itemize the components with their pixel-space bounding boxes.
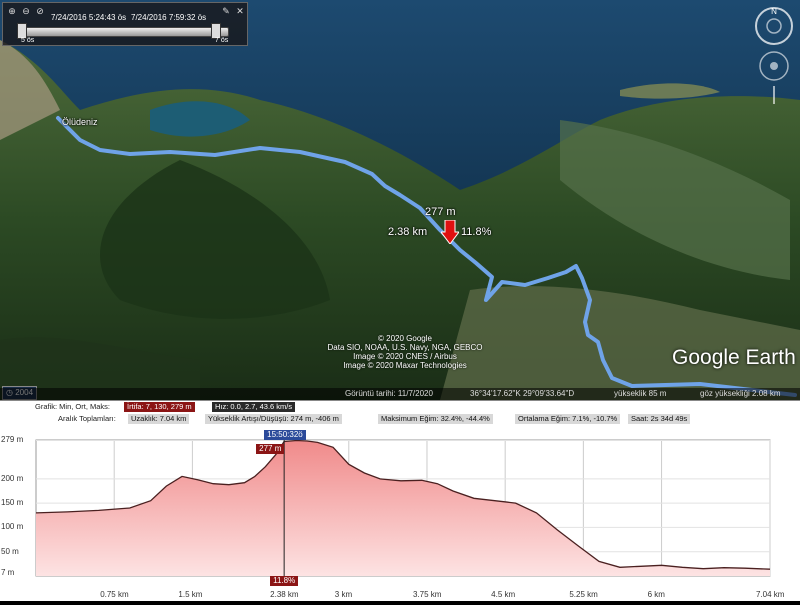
gain-loss: Yükseklik Artışı/Düşüşü: 274 m, -406 m [205,414,342,424]
elevation-range[interactable]: İrtifa: 7, 130, 279 m [124,402,195,412]
marker-grade: 11.8% [461,226,492,238]
map-view[interactable]: ⊕ ⊖ ⊘ ✎ ✕ 7/24/2016 5:24:43 ös 7/24/2016… [0,0,800,400]
cursor-elevation-label: 277 m [256,444,285,454]
look-joystick [766,18,782,34]
y-tick-label: 279 m [1,435,24,445]
navigation-controls[interactable]: N [752,4,796,104]
max-grade: Maksimum Eğim: 32.4%, -44.4% [378,414,493,424]
attribution-line: © 2020 Google [378,334,432,343]
totals-label: Aralık Toplamları: [58,414,116,423]
x-tick-label: 7.04 km [756,590,785,599]
time-left-small: 5 ös [21,37,35,44]
cursor-time-label: 15:50:32ö [264,430,306,440]
google-earth-logo: Google Earth [672,346,796,369]
cursor-grade-label: 11.8% [270,576,299,586]
svg-text:N: N [771,7,777,16]
marker-distance: 2.38 km [388,226,428,238]
stats-row-totals: Aralık Toplamları: Uzaklık: 7.04 km Yüks… [0,414,800,426]
y-tick-label: 100 m [1,522,24,532]
time-slider-panel[interactable]: ⊕ ⊖ ⊘ ✎ ✕ 7/24/2016 5:24:43 ös 7/24/2016… [2,2,248,46]
avg-grade: Ortalama Eğim: 7.1%, -10.7% [515,414,621,424]
time-zoom-icon[interactable]: ⊘ [35,6,45,16]
x-tick-label: 3.75 km [412,590,442,599]
y-tick-label: 150 m [1,498,24,508]
zoom-out-icon[interactable]: ⊖ [21,6,31,16]
attribution-line: Image © 2020 Maxar Technologies [343,361,467,370]
x-tick-label: 4.5 km [491,590,516,599]
x-tick-label: 3 km [334,590,353,599]
status-bar: Görüntü tarihi: 11/7/2020 36°34'17.62"K … [0,388,800,400]
marker-elevation: 277 m [425,206,456,218]
settings-icon[interactable]: ✎ [221,6,231,16]
distance-total: Uzaklık: 7.04 km [128,414,190,424]
time-slider-track[interactable] [17,27,229,37]
x-tick-label: 5.25 km [569,590,598,599]
time-right-small: 7 ös [215,37,229,44]
close-icon[interactable]: ✕ [235,6,245,16]
elapsed-time: Saat: 2s 34d 49s [628,414,691,424]
y-tick-label: 7 m [1,567,15,577]
attribution-line: Image © 2020 CNES / Airbus [353,352,457,361]
x-tick-label: 6 km [647,590,665,599]
stats-row-graph: Grafik: Min, Ort, Maks: İrtifa: 7, 130, … [0,402,800,414]
x-tick-label: 0.75 km [100,590,129,599]
time-end-label: 7/24/2016 7:59:32 ös [131,13,207,22]
y-tick-label: 200 m [1,473,24,483]
x-tick-label: 2.38 km [270,590,299,599]
attribution: © 2020 Google Data SIO, NOAA, U.S. Navy,… [300,334,510,370]
y-tick-label: 50 m [1,546,19,556]
coordinates: 36°34'17.62"K 29°09'33.64"D [470,389,575,398]
elevation-chart-svg[interactable] [0,428,800,600]
x-tick-label: 1.5 km [178,590,203,599]
eye-altitude: göz yüksekliği 2.08 km [700,389,781,398]
speed-range[interactable]: Hız: 0.0, 2.7, 43.6 km/s [212,402,296,412]
imagery-date: Görüntü tarihi: 11/7/2020 [345,389,433,398]
time-start-label: 7/24/2016 5:24:43 ös [51,13,127,22]
ground-elevation: yükseklik 85 m [614,389,667,398]
elevation-chart[interactable]: 279 m 200 m 150 m 100 m 50 m 7 m 0.75 km 1.5 k… [0,428,800,600]
graph-label: Grafik: Min, Ort, Maks: [35,402,111,411]
position-arrow-icon [441,220,459,244]
attribution-line: Data SIO, NOAA, U.S. Navy, NGA, GEBCO [327,343,483,352]
place-label[interactable]: Ölüdeniz [62,117,98,127]
zoom-in-icon[interactable]: ⊕ [7,6,17,16]
